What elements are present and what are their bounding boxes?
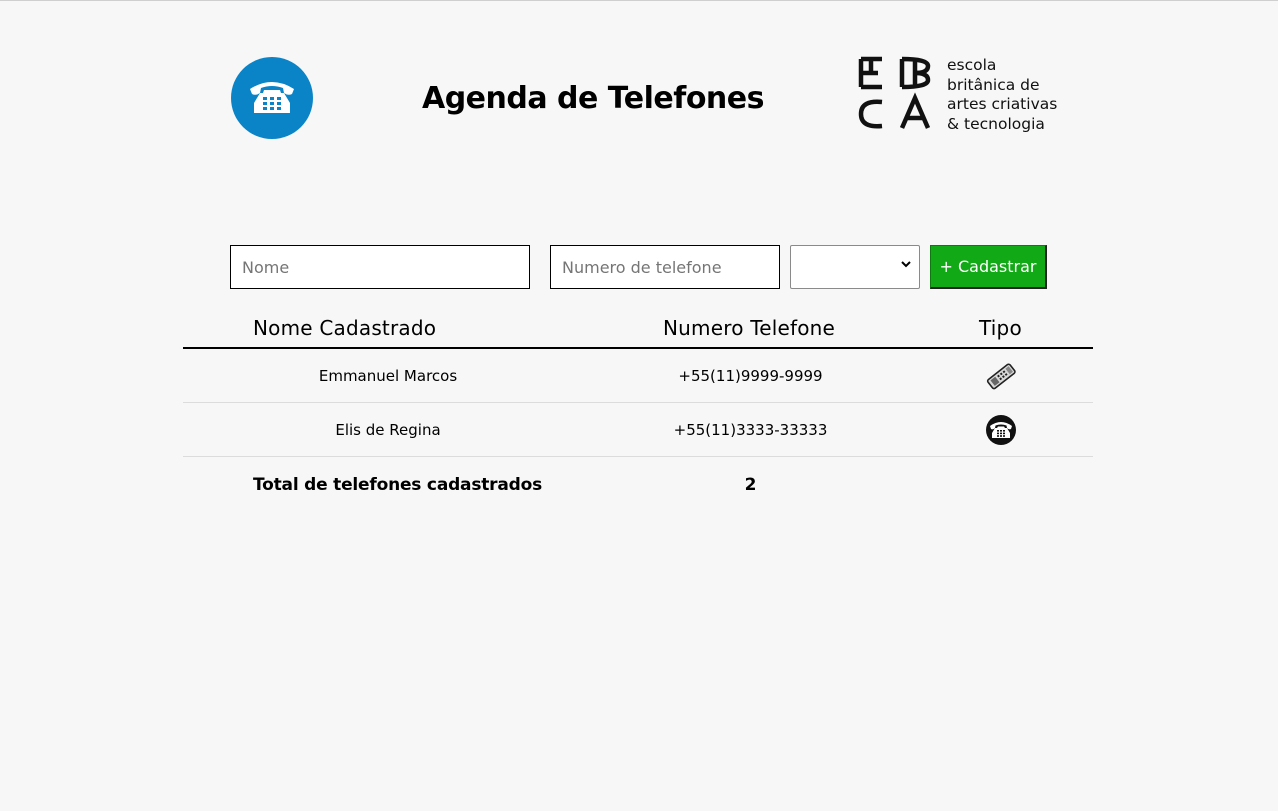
landline-phone-icon [986,415,1016,445]
name-input[interactable] [230,245,530,289]
column-header-name: Nome Cadastrado [253,316,437,340]
ebac-line: britânica de [947,75,1040,94]
phone-type-select[interactable] [790,245,920,289]
ebac-line: artes criativas [947,95,1058,113]
contact-number: +55(11)3333-33333 [673,421,828,439]
phone-table: Nome Cadastrado Numero Telefone Tipo Emm… [183,311,1093,513]
table-row: Emmanuel Marcos +55(11)9999-9999 [183,349,1093,403]
table-row: Elis de Regina +55(11)3333-33333 [183,403,1093,457]
total-count: 2 [744,475,757,495]
mobile-phone-icon [986,363,1016,390]
column-header-type: Tipo [979,316,1022,340]
table-header: Nome Cadastrado Numero Telefone Tipo [183,311,1093,349]
total-label: Total de telefones cadastrados [253,475,542,495]
ebac-line: & tecnologia [947,114,1045,133]
ebac-logo-text: escola britânica de artes criativas & te… [947,56,1057,134]
telephone-logo-icon [231,57,313,139]
telephone-glyph [250,82,294,113]
ebac-logo-mark [858,56,931,129]
contact-name: Elis de Regina [335,421,441,439]
ebac-line: escola [947,56,997,74]
table-footer: Total de telefones cadastrados 2 [183,457,1093,513]
page-title: Agenda de Telefones [421,81,765,116]
register-button[interactable]: + Cadastrar [930,245,1047,289]
contact-name: Emmanuel Marcos [318,367,458,385]
contact-number: +55(11)9999-9999 [678,367,823,385]
page: Agenda de Telefones escola britânica de … [0,0,1278,811]
phone-number-input[interactable] [550,245,780,289]
column-header-number: Numero Telefone [663,316,836,340]
